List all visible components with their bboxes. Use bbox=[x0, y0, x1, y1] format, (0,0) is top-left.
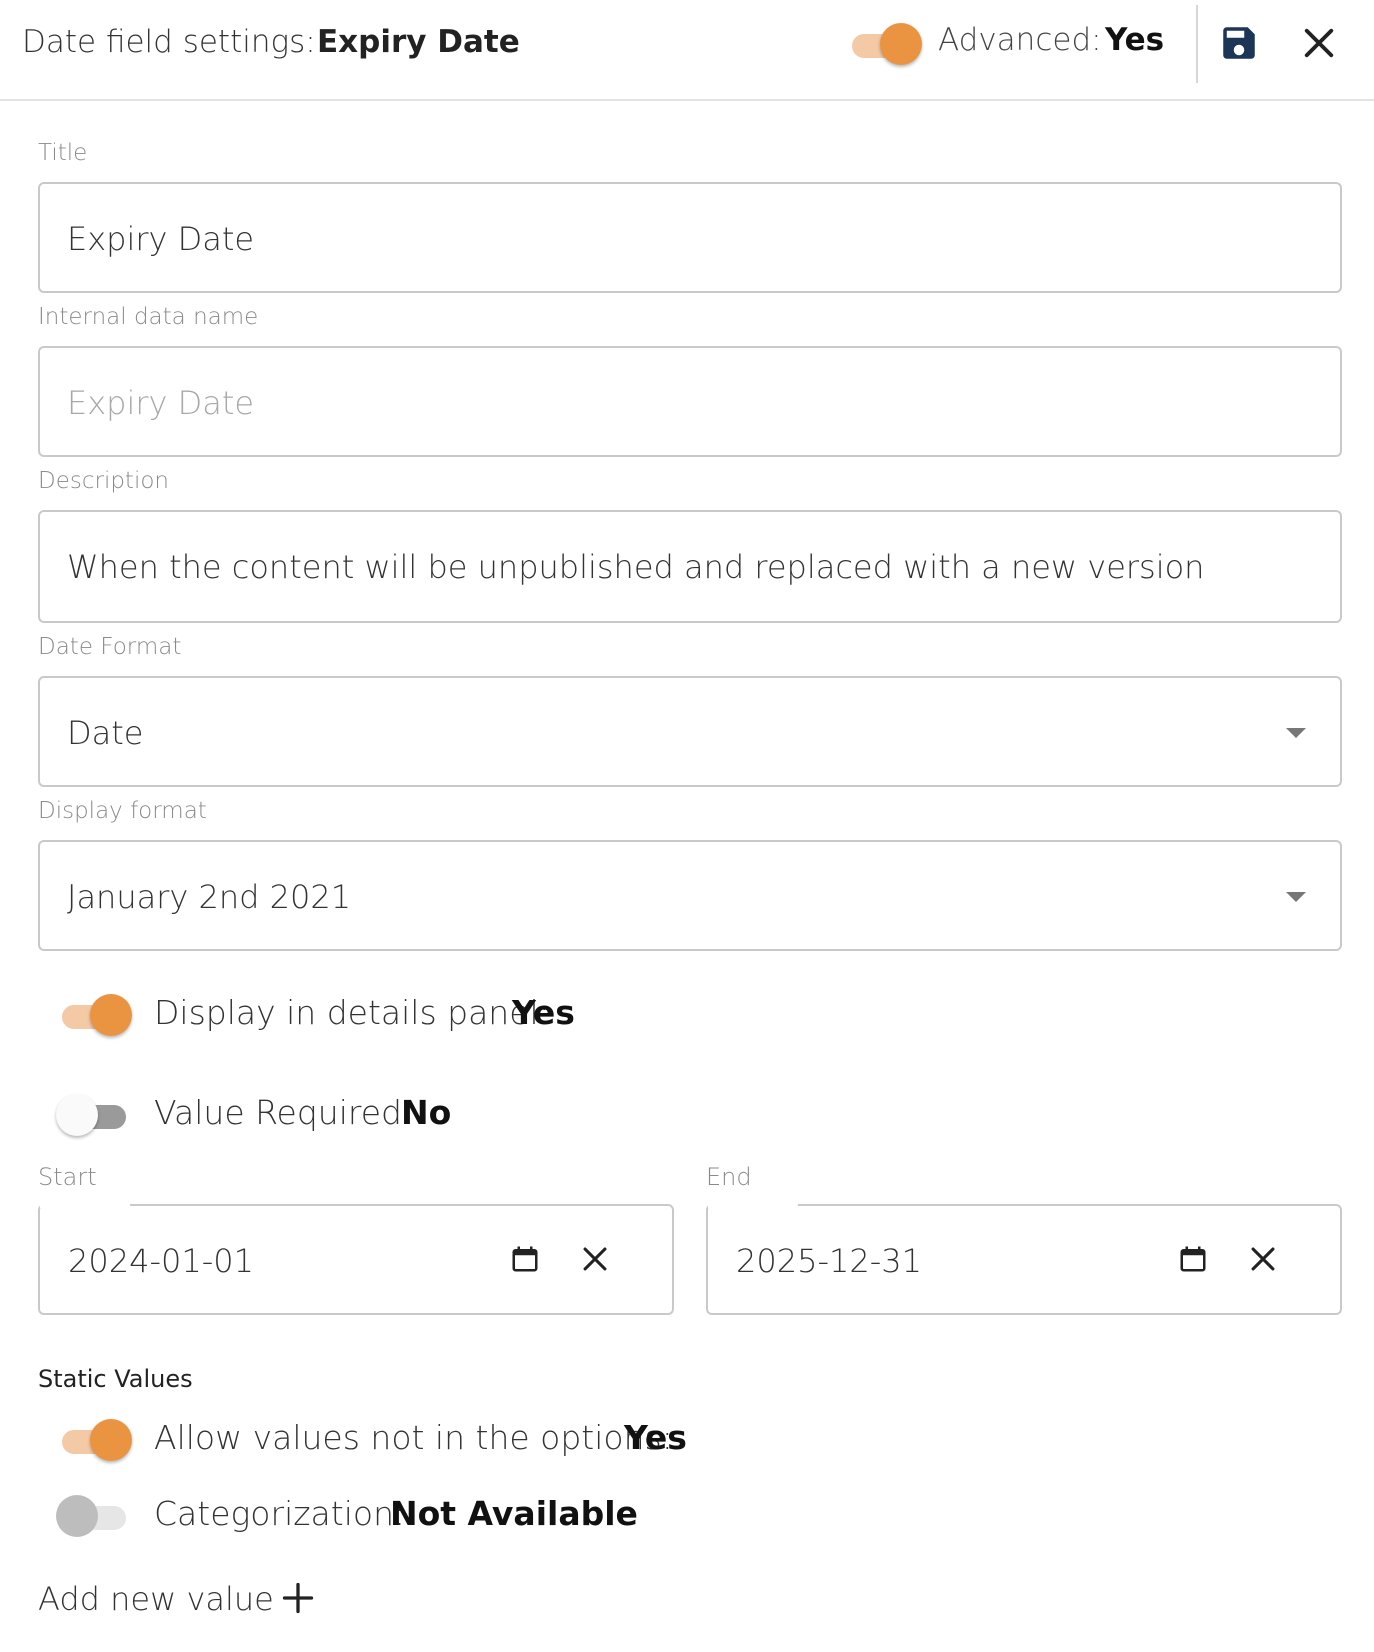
start-date-input[interactable]: 2024-01-01 bbox=[38, 1203, 674, 1315]
advanced-toggle-thumb bbox=[880, 23, 922, 65]
close-icon bbox=[583, 1247, 607, 1271]
advanced-label: Advanced: bbox=[938, 22, 1102, 58]
chevron-down-icon bbox=[1286, 728, 1306, 738]
display-in-details-toggle[interactable] bbox=[56, 992, 132, 1036]
value-required-toggle[interactable] bbox=[56, 1092, 132, 1136]
description-label: Description bbox=[38, 468, 169, 494]
display-format-select[interactable]: January 2nd 2021 bbox=[38, 840, 1342, 951]
end-date-value: 2025-12-31 bbox=[736, 1242, 922, 1280]
categorization-toggle[interactable] bbox=[56, 1493, 132, 1537]
allow-values-label: Allow values not in the options: bbox=[154, 1418, 673, 1457]
categorization-label: Categorization: bbox=[154, 1494, 406, 1533]
start-date-label: Start bbox=[38, 1163, 97, 1191]
chevron-down-icon bbox=[1286, 892, 1306, 902]
title-input[interactable]: Expiry Date bbox=[38, 182, 1342, 293]
title-label: Title bbox=[38, 140, 88, 166]
header-field-name: Expiry Date bbox=[317, 24, 520, 60]
description-input-value: When the content will be unpublished and… bbox=[67, 548, 1205, 586]
start-clear-button[interactable] bbox=[578, 1242, 612, 1276]
internal-name-label: Internal data name bbox=[38, 304, 259, 330]
description-input[interactable]: When the content will be unpublished and… bbox=[38, 510, 1342, 623]
calendar-icon bbox=[1180, 1246, 1206, 1272]
add-value-button[interactable] bbox=[280, 1580, 316, 1616]
date-format-label: Date Format bbox=[38, 634, 182, 660]
header-label: Date field settings: bbox=[22, 24, 316, 60]
categorization-thumb bbox=[56, 1495, 98, 1537]
display-format-label: Display format bbox=[38, 798, 207, 824]
end-date-outline-gap bbox=[708, 1203, 798, 1208]
start-date-outline-gap bbox=[40, 1203, 130, 1208]
header-divider bbox=[1196, 5, 1198, 83]
value-required-label: Value Required: bbox=[154, 1093, 414, 1132]
internal-name-input[interactable]: Expiry Date bbox=[38, 346, 1342, 457]
value-required-thumb bbox=[56, 1094, 98, 1136]
end-clear-button[interactable] bbox=[1246, 1242, 1280, 1276]
date-format-select[interactable]: Date bbox=[38, 676, 1342, 787]
end-calendar-button[interactable] bbox=[1178, 1244, 1208, 1274]
start-calendar-button[interactable] bbox=[510, 1244, 540, 1274]
end-date-input[interactable]: 2025-12-31 bbox=[706, 1203, 1342, 1315]
date-format-value: Date bbox=[67, 714, 144, 752]
title-input-value: Expiry Date bbox=[67, 220, 255, 258]
allow-values-value: Yes bbox=[624, 1418, 687, 1457]
calendar-icon bbox=[512, 1246, 538, 1272]
close-icon bbox=[1251, 1247, 1275, 1271]
end-date-label: End bbox=[706, 1163, 752, 1191]
allow-values-thumb bbox=[90, 1419, 132, 1461]
display-format-value: January 2nd 2021 bbox=[67, 878, 352, 916]
allow-values-toggle[interactable] bbox=[56, 1417, 132, 1461]
display-in-details-thumb bbox=[90, 994, 132, 1036]
close-icon bbox=[1304, 28, 1334, 58]
advanced-value: Yes bbox=[1105, 22, 1165, 58]
internal-name-placeholder: Expiry Date bbox=[67, 384, 255, 422]
static-values-title: Static Values bbox=[38, 1365, 193, 1393]
categorization-value: Not Available bbox=[390, 1494, 638, 1533]
settings-header: Date field settings: Expiry Date Advance… bbox=[0, 0, 1374, 101]
display-in-details-label: Display in details panel: bbox=[154, 993, 550, 1032]
plus-icon bbox=[282, 1582, 314, 1614]
add-new-value-link[interactable]: Add new value bbox=[38, 1580, 274, 1618]
advanced-toggle[interactable] bbox=[846, 21, 922, 65]
close-button[interactable] bbox=[1298, 22, 1340, 64]
value-required-value: No bbox=[401, 1093, 452, 1132]
save-icon bbox=[1223, 27, 1255, 59]
save-button[interactable] bbox=[1218, 22, 1260, 64]
start-date-value: 2024-01-01 bbox=[68, 1242, 254, 1280]
display-in-details-value: Yes bbox=[512, 993, 575, 1032]
